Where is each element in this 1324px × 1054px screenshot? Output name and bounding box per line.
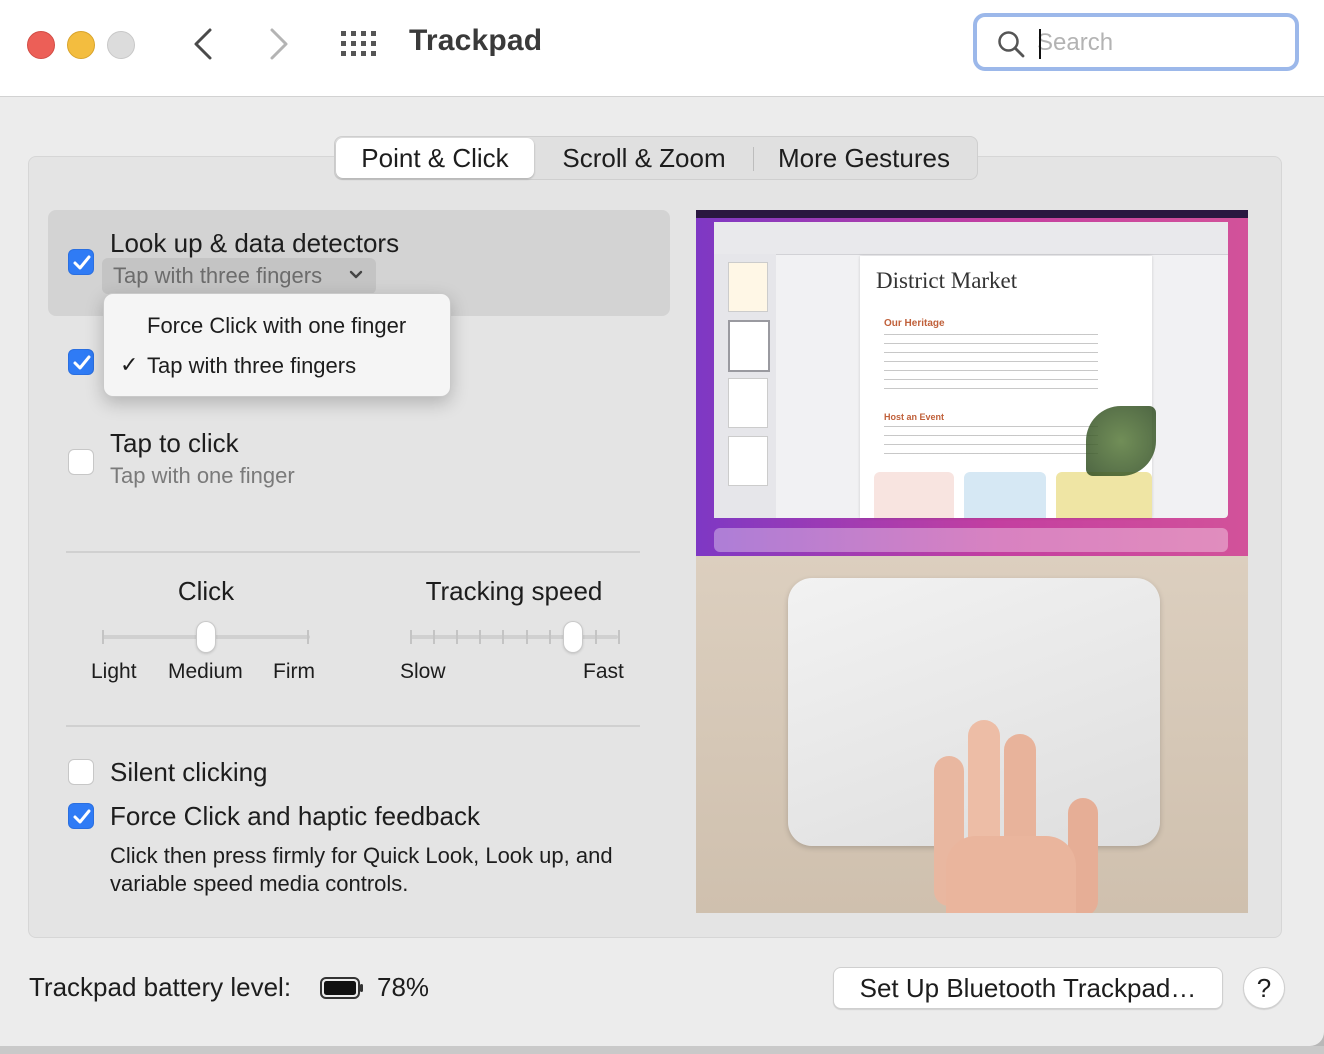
force-click-checkbox[interactable] [68, 803, 94, 829]
preview-doc-title: District Market [876, 268, 1018, 293]
preview-card [964, 472, 1046, 518]
tracking-label-fast: Fast [583, 660, 624, 683]
battery-percent: 78% [377, 972, 430, 1002]
chevron-left-icon [194, 28, 212, 60]
close-button[interactable] [27, 31, 55, 59]
preview-card [1056, 472, 1152, 518]
preferences-window: Trackpad Point & Click Scroll & Zoom Mor… [0, 0, 1324, 1046]
gesture-popup-menu: Force Click with one finger ✓ Tap with t… [103, 293, 451, 397]
back-button[interactable] [184, 24, 224, 64]
menu-item-label: Force Click with one finger [147, 313, 407, 338]
preview-doc-heading: Host an Event [884, 412, 945, 422]
preview-thumb [728, 378, 768, 428]
help-button[interactable]: ? [1243, 967, 1285, 1009]
menu-item-label: Tap with three fingers [147, 353, 357, 378]
gesture-preview-video: District Market Our Heritage Host an Eve… [696, 210, 1248, 913]
slider-tick [433, 630, 435, 644]
tracking-slider-knob[interactable] [564, 622, 582, 652]
menu-item-force-click[interactable]: Force Click with one finger [104, 306, 450, 344]
checkmark-icon [73, 255, 91, 270]
checkmark-icon: ✓ [120, 352, 139, 377]
tab-separator [753, 147, 754, 171]
forward-button[interactable] [258, 24, 298, 64]
battery-level-label: Trackpad battery level: [29, 972, 292, 1002]
text-caret [1039, 29, 1041, 59]
preview-menu-bar [696, 210, 1248, 218]
chevron-down-icon [349, 270, 363, 279]
lookup-checkbox[interactable] [68, 249, 94, 275]
force-click-title: Force Click and haptic feedback [110, 801, 480, 831]
minimize-button[interactable] [67, 31, 95, 59]
click-label-medium: Medium [168, 660, 243, 683]
preview-desk [696, 556, 1248, 913]
tracking-slider-title: Tracking speed [425, 576, 603, 606]
slider-tick [410, 630, 412, 644]
checkmark-icon [73, 809, 91, 824]
click-label-light: Light [91, 660, 137, 683]
lookup-gesture-popup[interactable]: Tap with three fingers [102, 258, 376, 294]
title-bar: Trackpad [0, 0, 1324, 97]
tab-bar: Point & Click Scroll & Zoom More Gesture… [334, 136, 978, 180]
section-divider [66, 725, 640, 727]
preview-doc-text [884, 426, 1098, 454]
search-input[interactable] [1037, 27, 1277, 59]
tracking-label-slow: Slow [400, 660, 446, 683]
battery-icon [320, 977, 363, 999]
lookup-popup-value: Tap with three fingers [113, 263, 323, 288]
slider-tick [102, 630, 104, 644]
preview-vegetable-image [1086, 406, 1156, 476]
preview-thumb [728, 436, 768, 486]
window-title: Trackpad [409, 24, 543, 57]
show-all-button[interactable] [340, 30, 380, 58]
preview-thumb [728, 320, 770, 372]
zoom-button [107, 31, 135, 59]
tab-point-and-click[interactable]: Point & Click [336, 138, 534, 178]
click-slider-knob[interactable] [197, 622, 215, 652]
preview-hand [926, 716, 1102, 913]
menu-item-tap-three-fingers[interactable]: ✓ Tap with three fingers [104, 346, 450, 384]
tap-to-click-title: Tap to click [110, 428, 239, 458]
tracking-slider-track[interactable] [410, 635, 618, 639]
slider-tick [595, 630, 597, 644]
preview-doc-heading: Our Heritage [884, 318, 945, 329]
slider-tick [456, 630, 458, 644]
click-slider-title: Click [177, 576, 235, 606]
setup-bluetooth-trackpad-button[interactable]: Set Up Bluetooth Trackpad… [833, 967, 1223, 1009]
slider-tick [549, 630, 551, 644]
silent-clicking-title: Silent clicking [110, 757, 268, 787]
slider-tick [502, 630, 504, 644]
preview-toolbar [714, 222, 1228, 255]
search-field[interactable] [973, 13, 1299, 71]
secondary-click-checkbox[interactable] [68, 349, 94, 375]
section-divider [66, 551, 640, 553]
slider-tick [479, 630, 481, 644]
preview-thumbnails [714, 254, 776, 518]
silent-clicking-checkbox[interactable] [68, 759, 94, 785]
slider-tick [526, 630, 528, 644]
tab-more-gestures[interactable]: More Gestures [759, 137, 969, 179]
tap-to-click-subtitle: Tap with one finger [110, 463, 295, 488]
preview-document-page: District Market Our Heritage Host an Eve… [860, 256, 1156, 518]
preview-mac-screen: District Market Our Heritage Host an Eve… [696, 210, 1248, 556]
preview-card [874, 472, 954, 518]
slider-tick [307, 630, 309, 644]
preview-palm [946, 836, 1076, 913]
search-icon [998, 31, 1025, 58]
background-window-edge [0, 1046, 1324, 1054]
tap-to-click-checkbox[interactable] [68, 449, 94, 475]
slider-tick [618, 630, 620, 644]
tab-scroll-and-zoom[interactable]: Scroll & Zoom [539, 137, 749, 179]
checkmark-icon [73, 355, 91, 370]
preview-dock [714, 528, 1228, 552]
chevron-right-icon [270, 28, 288, 60]
preview-thumb [728, 262, 768, 312]
preview-pages-window: District Market Our Heritage Host an Eve… [714, 222, 1228, 518]
click-label-firm: Firm [273, 660, 315, 683]
preview-doc-text [884, 334, 1098, 396]
grid-icon [341, 31, 376, 56]
lookup-title: Look up & data detectors [110, 228, 400, 258]
force-click-description: Click then press firmly for Quick Look, … [110, 843, 613, 896]
